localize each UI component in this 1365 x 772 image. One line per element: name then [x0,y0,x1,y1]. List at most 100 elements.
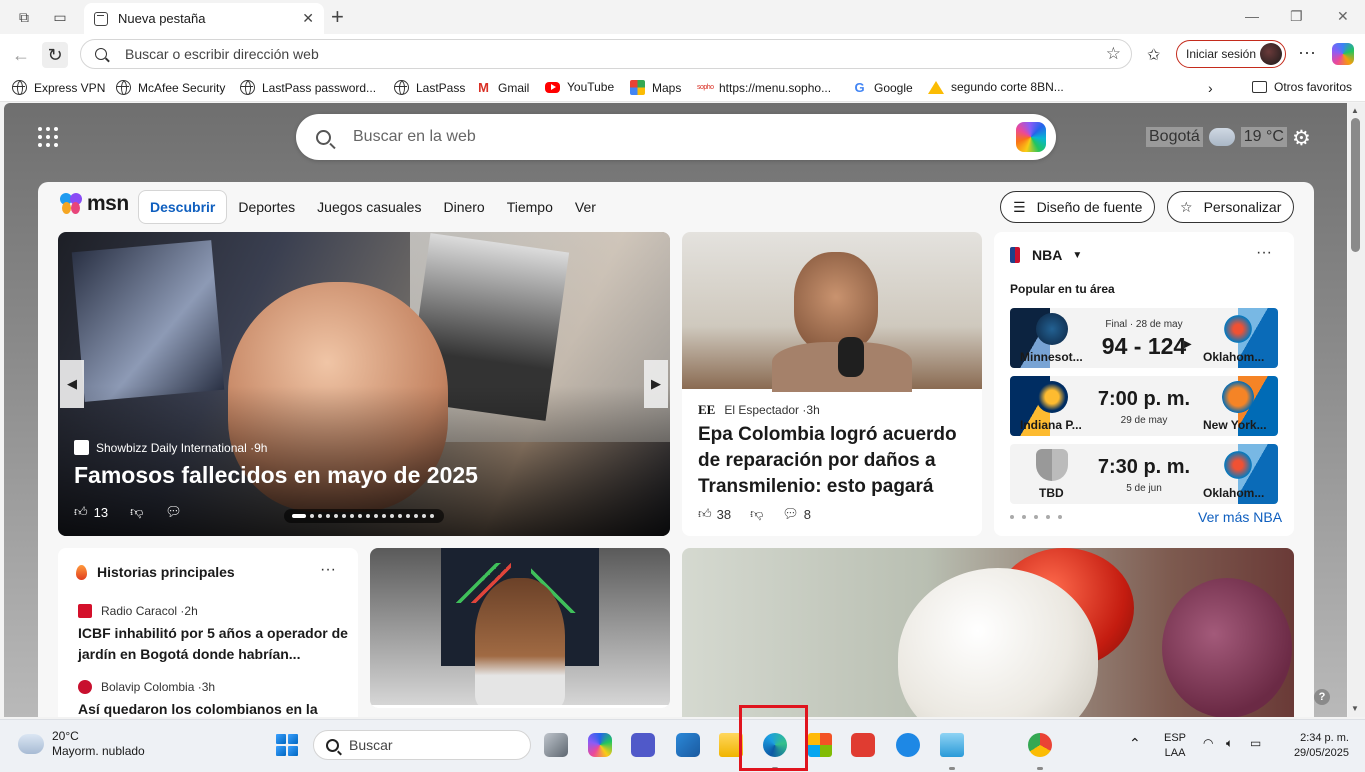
news-card[interactable] [682,548,1294,717]
more-menu-icon[interactable]: ··· [1298,42,1316,63]
web-search-input[interactable]: Buscar en la web [353,128,1016,146]
search-icon [326,738,339,752]
chevron-up-icon[interactable]: ⌃ [1129,735,1141,752]
more-options-icon[interactable]: ··· [1256,244,1272,262]
story-title[interactable]: Epa Colombia logró acuerdo de reparación… [698,422,970,500]
copilot-icon[interactable] [1016,122,1046,152]
close-window-icon[interactable]: ✕ [1337,8,1349,25]
start-button[interactable] [276,734,298,756]
personalize-button[interactable]: ☆ Personalizar [1167,191,1295,223]
msn-logo[interactable]: msn [60,192,129,216]
youtube-icon [545,81,560,93]
other-favorites[interactable]: Otros favoritos [1252,80,1352,94]
microsoft-store-icon[interactable] [808,733,832,757]
favorite-lastpass[interactable]: LastPass [394,80,465,95]
teams-icon[interactable] [631,733,655,757]
favorite-express-vpn[interactable]: Express VPN [12,80,105,95]
favorite-youtube[interactable]: YouTube [545,80,614,94]
story-source: Bolavip Colombia · 3h [78,680,215,694]
story-image [682,232,982,392]
web-search-box[interactable]: Buscar en la web [296,114,1056,160]
new-tab-button[interactable]: + [331,4,344,30]
copilot-icon[interactable] [1332,43,1354,65]
news-card[interactable]: EE El Espectador · 3h Epa Colombia logró… [682,232,982,536]
game-row[interactable]: Final · 28 de may 94 - 124 ▶ Minnesot...… [1010,308,1278,368]
tab-new-tab[interactable]: Nueva pestaña ✕ [84,3,324,34]
news-card[interactable] [370,548,670,708]
nba-dropdown[interactable]: NBA ▼ [1010,247,1082,263]
back-button[interactable]: ← [8,42,34,68]
minimize-icon[interactable]: — [1245,8,1259,24]
weather-city: Bogotá [1146,127,1203,147]
task-view-icon[interactable] [544,733,568,757]
address-input[interactable]: Buscar o escribir dirección web [125,46,1106,62]
tab-juegos-casuales[interactable]: Juegos casuales [306,191,432,223]
gear-icon[interactable]: ⚙ [1292,126,1311,151]
more-options-icon[interactable]: ··· [320,561,336,579]
favorite-google[interactable]: G Google [852,80,912,95]
anydesk-icon[interactable] [851,733,875,757]
browser-toolbar: ← ↻ Buscar o escribir dirección web ☆ ✩ … [0,34,1365,74]
font-design-button[interactable]: ☰ Diseño de fuente [1000,191,1156,223]
nba-pager[interactable] [1010,515,1062,519]
story-title[interactable]: ICBF inhabilitó por 5 años a operador de… [78,623,348,665]
carousel-pager[interactable] [284,509,444,523]
favorite-gmail[interactable]: M Gmail [476,80,529,95]
favorite-mcafee[interactable]: McAfee Security [116,80,225,95]
tab-descubrir[interactable]: Descubrir [138,190,228,224]
partly-cloudy-icon [15,729,44,754]
address-bar[interactable]: Buscar o escribir dirección web ☆ [80,39,1132,69]
carousel-next-button[interactable]: ▶ [644,360,668,408]
language-indicator[interactable]: ESP LAA [1164,731,1186,761]
wifi-icon[interactable]: ◠ [1203,736,1213,750]
clock[interactable]: 2:34 p. m. 29/05/2025 [1283,731,1349,761]
refresh-button[interactable]: ↻ [42,42,68,68]
restore-icon[interactable]: ❐ [1290,8,1303,25]
scroll-down-icon[interactable]: ▼ [1351,704,1359,713]
globe-icon [240,80,255,95]
vertical-tabs-icon[interactable]: ▭ [49,6,71,28]
weather-widget[interactable]: Bogotá 19 °C [1146,127,1287,147]
volume-icon[interactable]: 🔈︎ [1226,736,1233,751]
favorite-segundo-corte[interactable]: segundo corte 8BN... [928,80,1064,94]
tab-deportes[interactable]: Deportes [227,191,306,223]
close-tab-icon[interactable]: ✕ [302,10,314,27]
chevron-right-icon[interactable]: › [1208,80,1213,96]
nba-more-link[interactable]: Ver más NBA [1198,509,1282,525]
get-help-icon[interactable] [896,733,920,757]
comment-icon[interactable]: 💬︎ [165,504,182,520]
favorite-sophos-menu[interactable]: sopho https://menu.sopho... [697,80,831,95]
carousel-prev-button[interactable]: ◀ [60,360,84,408]
dislike-icon[interactable]: 👎︎ [130,504,143,520]
tab-tiempo[interactable]: Tiempo [496,191,564,223]
story-title[interactable]: Así quedaron los colombianos en la [78,699,348,717]
help-icon[interactable]: ? [1314,689,1330,705]
tab-dinero[interactable]: Dinero [432,191,495,223]
game-row[interactable]: 7:30 p. m. 5 de jun TBD Oklahom... [1010,444,1278,504]
scroll-thumb[interactable] [1351,118,1360,252]
notepad-icon[interactable] [940,733,964,757]
game-row[interactable]: 7:00 p. m. 29 de may Indiana P... New Yo… [1010,376,1278,436]
like-icon[interactable]: 👍︎ [74,504,88,520]
taskbar-search-input[interactable]: Buscar [349,737,393,753]
favorites-icon[interactable]: ✩ [1147,45,1160,65]
battery-icon[interactable]: ▭ [1250,736,1261,750]
scroll-up-icon[interactable]: ▲ [1351,106,1359,115]
workspaces-icon[interactable]: ⧉ [13,6,35,28]
apps-launcher-icon[interactable] [38,127,58,147]
favorite-maps[interactable]: Maps [630,80,681,95]
hero-title[interactable]: Famosos fallecidos en mayo de 2025 [74,462,478,489]
favorite-lastpass-password[interactable]: LastPass password... [240,80,376,95]
taskbar-weather[interactable]: 20°C Mayorm. nublado [15,729,145,759]
favorite-star-icon[interactable]: ☆ [1106,44,1121,64]
chrome-icon[interactable] [1028,733,1052,757]
hero-carousel[interactable]: ◀ ▶ Showbizz Daily International · 9h Fa… [58,232,670,536]
comment-icon[interactable]: 💬︎ [782,506,799,522]
taskbar-search[interactable]: Buscar [313,730,531,760]
tab-ver[interactable]: Ver [564,191,607,223]
dislike-icon[interactable]: 👎︎ [750,506,763,522]
like-icon[interactable]: 👍︎ [698,506,712,522]
copilot-icon[interactable] [588,733,612,757]
signin-button[interactable]: Iniciar sesión [1176,40,1286,68]
remote-desktop-icon[interactable] [676,733,700,757]
